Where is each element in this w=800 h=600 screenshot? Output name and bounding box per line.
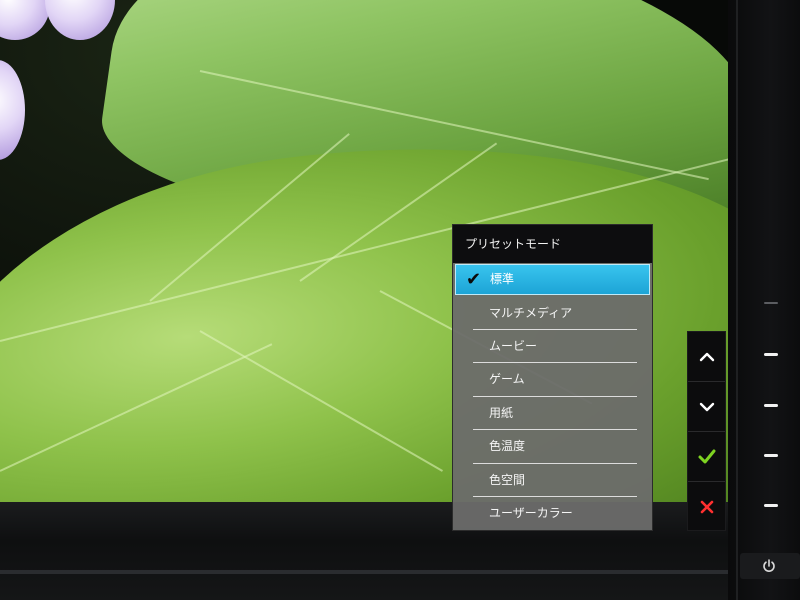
up-button[interactable] xyxy=(688,332,725,381)
osd-item-game[interactable]: ゲーム xyxy=(455,363,650,396)
osd-item-label: 色空間 xyxy=(489,473,526,487)
osd-item-standard[interactable]: ✔ 標準 xyxy=(455,264,650,295)
osd-title: プリセットモード xyxy=(453,225,652,263)
osd-item-user-color[interactable]: ユーザーカラー xyxy=(455,497,650,530)
close-icon xyxy=(700,500,713,513)
hardware-button-1[interactable] xyxy=(764,353,778,356)
osd-item-label: 色温度 xyxy=(489,439,526,453)
confirm-button[interactable] xyxy=(688,432,725,481)
osd-item-label: ムービー xyxy=(489,339,538,353)
check-icon: ✔ xyxy=(466,269,482,290)
osd-item-color-temperature[interactable]: 色温度 xyxy=(455,430,650,463)
hardware-button-4[interactable] xyxy=(764,504,778,507)
hardware-button-2[interactable] xyxy=(764,404,778,407)
monitor-side-panel xyxy=(728,0,800,600)
cancel-button[interactable] xyxy=(688,482,725,531)
osd-item-movie[interactable]: ムービー xyxy=(455,330,650,363)
hardware-indicator-led xyxy=(764,302,778,304)
check-icon xyxy=(698,449,715,463)
hardware-button-3[interactable] xyxy=(764,454,778,457)
chevron-up-icon xyxy=(699,352,714,361)
osd-item-label: マルチメディア xyxy=(489,306,573,320)
osd-item-color-space[interactable]: 色空間 xyxy=(455,464,650,497)
osd-item-multimedia[interactable]: マルチメディア xyxy=(455,297,650,330)
osd-item-paper[interactable]: 用紙 xyxy=(455,397,650,430)
panel-edge xyxy=(736,0,738,600)
power-icon[interactable] xyxy=(761,558,777,574)
chevron-down-icon xyxy=(699,402,714,411)
osd-item-label: 用紙 xyxy=(489,406,514,420)
down-button[interactable] xyxy=(688,382,725,431)
bezel-lip xyxy=(0,570,728,574)
osd-preset-menu: プリセットモード ✔ 標準 マルチメディア ムービー ゲーム 用紙 色温度 色空… xyxy=(452,224,653,531)
osd-item-label: ユーザーカラー xyxy=(489,506,573,520)
osd-key-guide xyxy=(687,331,726,531)
osd-item-label: 標準 xyxy=(490,272,515,286)
osd-item-label: ゲーム xyxy=(489,372,525,386)
